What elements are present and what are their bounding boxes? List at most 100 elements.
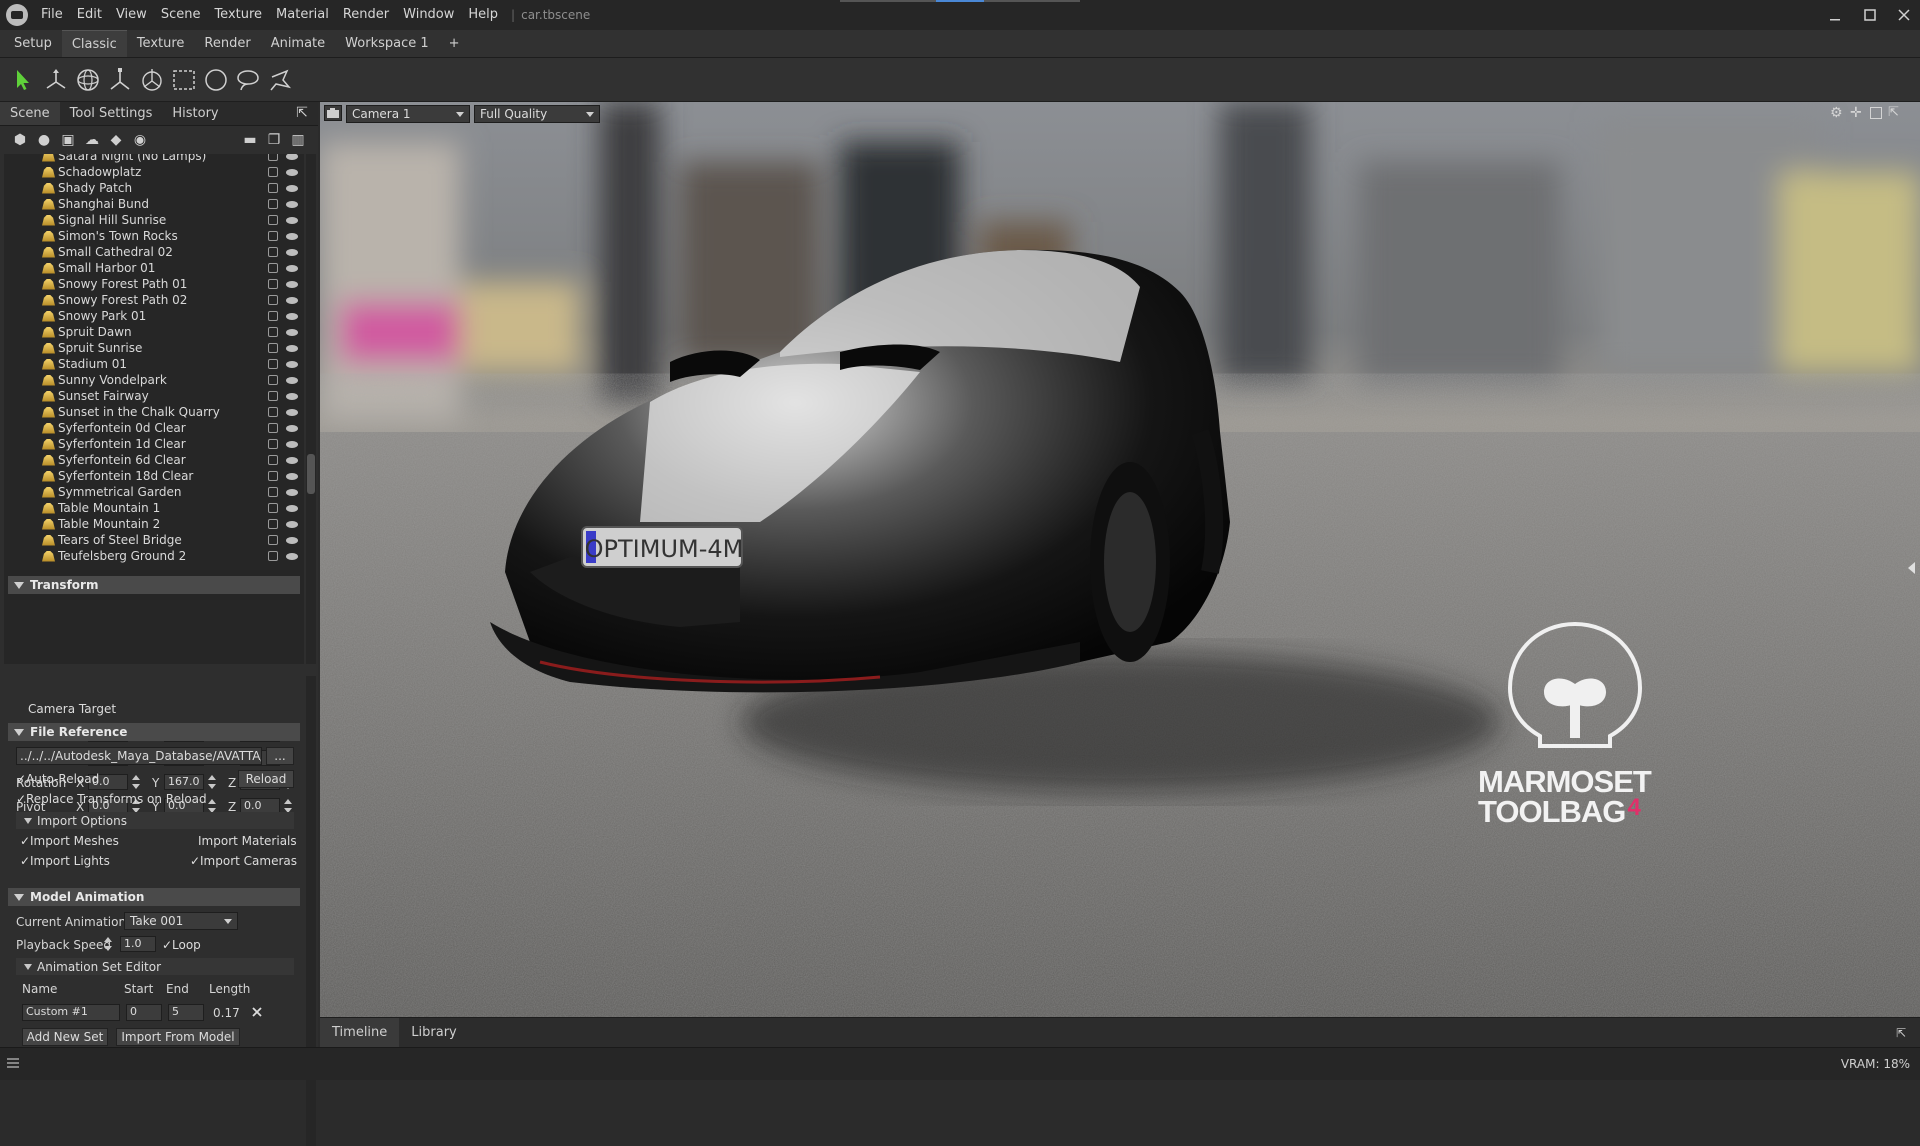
- auto-reload-checkbox[interactable]: ✓Auto-Reload: [16, 772, 99, 786]
- menu-edit[interactable]: Edit: [70, 0, 109, 30]
- camera-target-checkbox[interactable]: Camera Target: [28, 702, 116, 716]
- import-materials-checkbox[interactable]: Import Materials: [198, 834, 297, 848]
- lock-icon[interactable]: [268, 471, 278, 481]
- scene-tree-scrollbar[interactable]: [306, 154, 316, 664]
- viewport-pan-icon[interactable]: ✛: [1850, 105, 1866, 121]
- visibility-eye-icon[interactable]: [286, 424, 298, 432]
- add-camera-icon[interactable]: ▣: [56, 129, 80, 151]
- import-options-header[interactable]: Import Options: [16, 812, 294, 829]
- add-light-icon[interactable]: ●: [32, 129, 56, 151]
- lock-icon[interactable]: [268, 519, 278, 529]
- lock-icon[interactable]: [268, 359, 278, 369]
- tree-item[interactable]: Symmetrical Garden: [4, 484, 304, 500]
- lock-icon[interactable]: [268, 375, 278, 385]
- add-shadow-catcher-icon[interactable]: ◆: [104, 129, 128, 151]
- visibility-eye-icon[interactable]: [286, 168, 298, 176]
- lock-icon[interactable]: [268, 503, 278, 513]
- tree-item[interactable]: Small Cathedral 02: [4, 244, 304, 260]
- visibility-eye-icon[interactable]: [286, 154, 298, 160]
- lock-icon[interactable]: [268, 215, 278, 225]
- lock-icon[interactable]: [268, 247, 278, 257]
- scale-tool[interactable]: [104, 64, 136, 96]
- tree-item[interactable]: Table Mountain 2: [4, 516, 304, 532]
- menu-texture[interactable]: Texture: [207, 0, 269, 30]
- tree-item[interactable]: Syferfontein 0d Clear: [4, 420, 304, 436]
- lock-icon[interactable]: [268, 455, 278, 465]
- import-meshes-checkbox[interactable]: ✓Import Meshes: [20, 834, 119, 848]
- circle-select-tool[interactable]: [200, 64, 232, 96]
- viewport-popout-icon[interactable]: ⇱: [1888, 105, 1904, 121]
- camera-icon[interactable]: [324, 105, 342, 121]
- tree-item[interactable]: Sunny Vondelpark: [4, 372, 304, 388]
- visibility-eye-icon[interactable]: [286, 488, 298, 496]
- visibility-eye-icon[interactable]: [286, 360, 298, 368]
- browse-button[interactable]: ...: [266, 747, 294, 765]
- tree-item[interactable]: Snowy Forest Path 01: [4, 276, 304, 292]
- transform-header[interactable]: Transform: [8, 576, 300, 594]
- bottom-popout-icon[interactable]: ⇱: [1896, 1018, 1920, 1047]
- tree-item[interactable]: Spruit Dawn: [4, 324, 304, 340]
- tree-item[interactable]: Snowy Forest Path 02: [4, 292, 304, 308]
- tree-item[interactable]: Signal Hill Sunrise: [4, 212, 304, 228]
- menu-window[interactable]: Window: [396, 0, 461, 30]
- current-animation-dropdown[interactable]: Take 001: [124, 912, 238, 930]
- tree-item[interactable]: Tears of Steel Bridge: [4, 532, 304, 548]
- visibility-eye-icon[interactable]: [286, 392, 298, 400]
- import-from-model-button[interactable]: Import From Model: [116, 1028, 240, 1046]
- tree-item[interactable]: Syferfontein 1d Clear: [4, 436, 304, 452]
- tree-item[interactable]: Simon's Town Rocks: [4, 228, 304, 244]
- camera-dropdown[interactable]: Camera 1: [346, 105, 470, 123]
- tab-texture[interactable]: Texture: [127, 30, 195, 57]
- polygon-lasso-tool[interactable]: [264, 64, 296, 96]
- duplicate-icon[interactable]: ❐: [262, 129, 286, 151]
- viewport-maximize-icon[interactable]: [1870, 107, 1882, 119]
- visibility-eye-icon[interactable]: [286, 328, 298, 336]
- lock-icon[interactable]: [268, 551, 278, 561]
- animation-set-editor-header[interactable]: Animation Set Editor: [16, 958, 294, 975]
- lock-icon[interactable]: [268, 263, 278, 273]
- app-logo-icon[interactable]: [6, 4, 28, 26]
- menu-help[interactable]: Help: [461, 0, 505, 30]
- tab-setup[interactable]: Setup: [4, 30, 62, 57]
- tree-item[interactable]: Small Harbor 01: [4, 260, 304, 276]
- lock-icon[interactable]: [268, 154, 278, 161]
- transform-tool[interactable]: [136, 64, 168, 96]
- file-reference-header[interactable]: File Reference: [8, 723, 300, 741]
- lock-icon[interactable]: [268, 279, 278, 289]
- lock-icon[interactable]: [268, 311, 278, 321]
- import-lights-checkbox[interactable]: ✓Import Lights: [20, 854, 110, 868]
- visibility-eye-icon[interactable]: [286, 504, 298, 512]
- select-tool[interactable]: [8, 64, 40, 96]
- tab-timeline[interactable]: Timeline: [320, 1018, 400, 1047]
- lock-icon[interactable]: [268, 439, 278, 449]
- tree-item[interactable]: Schadowplatz: [4, 164, 304, 180]
- replace-transforms-checkbox[interactable]: ✓Replace Transforms on Reload: [16, 792, 207, 806]
- rotate-tool[interactable]: [72, 64, 104, 96]
- delete-set-icon[interactable]: [250, 1005, 264, 1019]
- viewport-settings-gear-icon[interactable]: ⚙: [1830, 105, 1846, 121]
- tree-item[interactable]: Satara Night (No Lamps): [4, 154, 304, 164]
- tab-workspace-1[interactable]: Workspace 1: [335, 30, 438, 57]
- add-new-set-button[interactable]: Add New Set: [22, 1028, 108, 1046]
- tree-item[interactable]: Sunset in the Chalk Quarry: [4, 404, 304, 420]
- move-tool[interactable]: [40, 64, 72, 96]
- visibility-eye-icon[interactable]: [286, 232, 298, 240]
- box-select-tool[interactable]: [168, 64, 200, 96]
- tree-item[interactable]: Shanghai Bund: [4, 196, 304, 212]
- tree-item[interactable]: Stadium 01: [4, 356, 304, 372]
- visibility-eye-icon[interactable]: [286, 376, 298, 384]
- visibility-eye-icon[interactable]: [286, 184, 298, 192]
- lock-icon[interactable]: [268, 423, 278, 433]
- popout-panel-icon[interactable]: ⇱: [290, 102, 314, 124]
- add-mesh-icon[interactable]: ⬢: [8, 129, 32, 151]
- lock-icon[interactable]: [268, 391, 278, 401]
- tree-item[interactable]: Spruit Sunrise: [4, 340, 304, 356]
- tab-history[interactable]: History: [162, 102, 228, 125]
- visibility-eye-icon[interactable]: [286, 520, 298, 528]
- loop-checkbox[interactable]: ✓Loop: [162, 938, 201, 952]
- playback-speed-field[interactable]: 1.0: [120, 936, 156, 952]
- delete-icon[interactable]: ▥: [286, 129, 310, 151]
- import-cameras-checkbox[interactable]: ✓Import Cameras: [190, 854, 297, 868]
- visibility-eye-icon[interactable]: [286, 536, 298, 544]
- lock-icon[interactable]: [268, 343, 278, 353]
